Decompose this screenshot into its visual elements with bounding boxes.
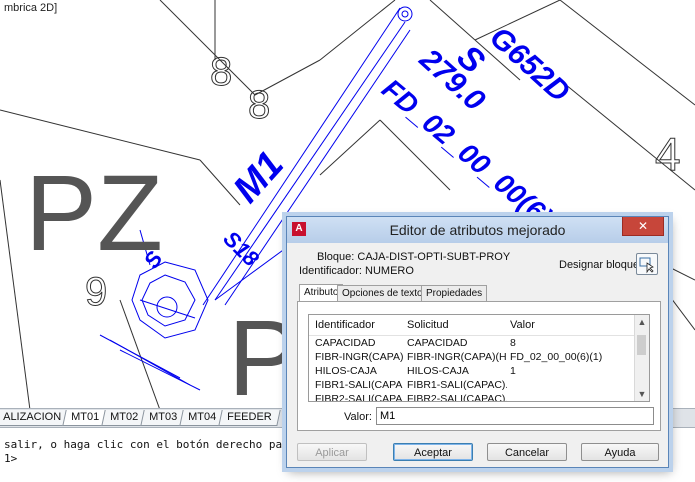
attribute-row[interactable]: HILOS-CAJA HILOS-CAJA 1 [309, 365, 634, 378]
eight-label-2: 8 [248, 83, 270, 127]
row-identificador: FIBR-INGR(CAPA)(... [315, 351, 403, 363]
dialog-titlebar[interactable]: A Editor de atributos mejorado ✕ [287, 217, 668, 243]
aceptar-button[interactable]: Aceptar [393, 443, 473, 461]
row-identificador: CAPACIDAD [315, 337, 376, 349]
attribute-row[interactable]: CAPACIDAD CAPACIDAD 8 [309, 337, 634, 350]
attribute-list[interactable]: Identificador Solicitud Valor CAPACIDAD … [308, 314, 650, 402]
nine-label: 9 [85, 270, 107, 314]
atributo-panel: Identificador Solicitud Valor CAPACIDAD … [297, 301, 661, 431]
aplicar-button[interactable]: Aplicar [297, 443, 367, 461]
bloque-value: CAJA-DIST-OPTI-SUBT-PROY [357, 251, 511, 263]
row-solicitud: CAPACIDAD [407, 337, 468, 349]
designar-bloque-label[interactable]: Designar bloque [559, 259, 639, 271]
cable-s18-label: S18 [218, 226, 264, 272]
row-valor: FD_02_00_00(6)(1) [510, 351, 603, 363]
cable-type-code: G652D [483, 21, 576, 109]
scroll-down-icon[interactable]: ▼ [635, 387, 649, 401]
cancelar-button[interactable]: Cancelar [487, 443, 567, 461]
valor-input[interactable] [376, 407, 654, 425]
four-label: 4 [655, 128, 681, 180]
layout-tab-alizacion[interactable]: ALIZACION [0, 410, 70, 426]
row-solicitud: FIBR-INGR(CAPA)(H... [407, 351, 507, 363]
identificador-info: Identificador: NUMERO [299, 265, 414, 277]
row-solicitud: FIBR2-SALI(CAPAC)... [407, 393, 507, 402]
row-solicitud: HILOS-CAJA [407, 365, 469, 377]
attribute-row[interactable]: FIBR-INGR(CAPA)(... FIBR-INGR(CAPA)(H...… [309, 351, 634, 364]
cable-m1-label: M1 [225, 144, 292, 211]
row-identificador: HILOS-CAJA [315, 365, 377, 377]
ayuda-button[interactable]: Ayuda [581, 443, 659, 461]
layout-tab-feeder[interactable]: FEEDER [218, 410, 281, 426]
header-identificador[interactable]: Identificador [315, 319, 403, 331]
identificador-value: NUMERO [365, 265, 414, 277]
select-block-icon[interactable] [636, 253, 658, 275]
row-identificador: FIBR1-SALI(CAPA... [315, 379, 403, 391]
attribute-list-header: Identificador Solicitud Valor [309, 315, 634, 336]
close-button[interactable]: ✕ [622, 217, 664, 236]
row-valor: 1 [510, 365, 516, 377]
header-valor[interactable]: Valor [510, 319, 630, 331]
row-solicitud: FIBR1-SALI(CAPAC)... [407, 379, 507, 391]
scroll-thumb[interactable] [637, 335, 646, 355]
scroll-up-icon[interactable]: ▲ [635, 315, 649, 329]
row-valor: 8 [510, 337, 516, 349]
enhanced-attribute-editor-dialog: A Editor de atributos mejorado ✕ Bloque:… [286, 216, 669, 468]
bloque-label: Bloque: [317, 251, 355, 263]
row-identificador: FIBR2-SALI(CAPA... [315, 393, 403, 402]
attribute-row[interactable]: FIBR1-SALI(CAPA... FIBR1-SALI(CAPAC)... [309, 379, 634, 392]
header-solicitud[interactable]: Solicitud [407, 319, 507, 331]
select-block-glyph [639, 257, 654, 274]
dialog-title: Editor de atributos mejorado [389, 222, 566, 238]
identificador-label: Identificador: [299, 265, 362, 277]
viewport-label[interactable]: mbrica 2D] [4, 2, 58, 14]
valor-label: Valor: [344, 411, 372, 423]
eight-label-1: 8 [210, 50, 232, 94]
attribute-row[interactable]: FIBR2-SALI(CAPA... FIBR2-SALI(CAPAC)... [309, 393, 634, 402]
attribute-list-scrollbar[interactable]: ▲ ▼ [634, 315, 649, 401]
bloque-info: Bloque: CAJA-DIST-OPTI-SUBT-PROY [317, 251, 510, 263]
command-prompt[interactable]: 1> [4, 452, 17, 465]
